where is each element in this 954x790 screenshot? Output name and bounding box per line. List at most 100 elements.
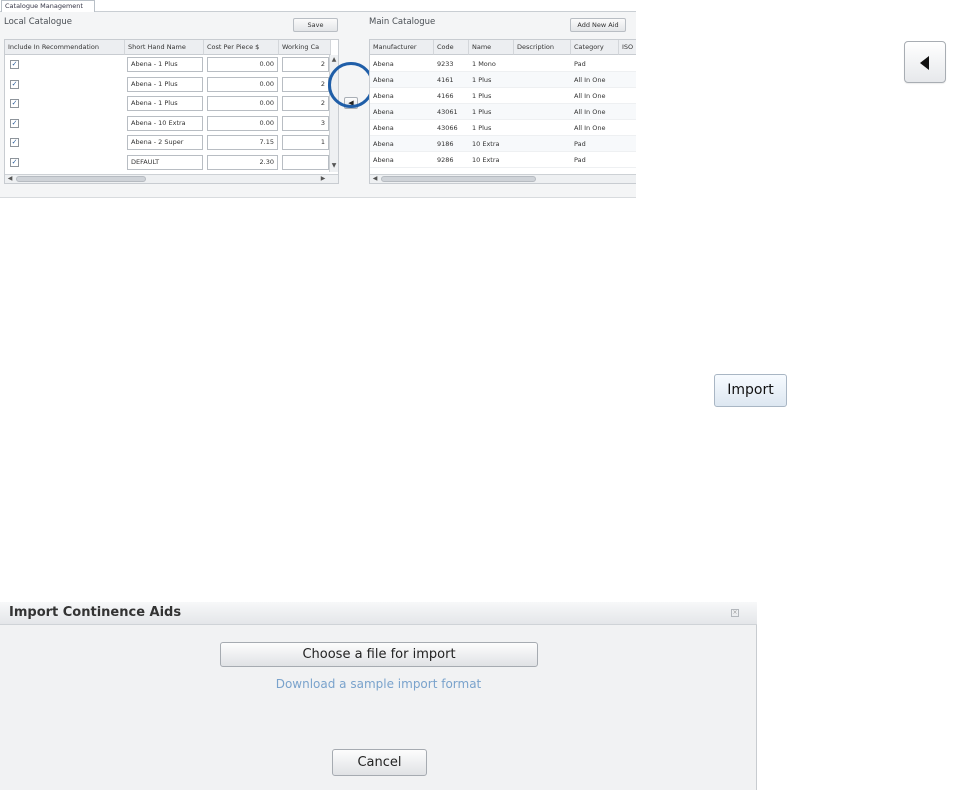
short-hand-name-input[interactable]: Abena - 1 Plus [127, 57, 203, 72]
table-row[interactable]: Abena 43066 1 Plus All In One [370, 120, 636, 136]
short-hand-name-input[interactable]: Abena - 10 Extra [127, 115, 203, 131]
scroll-left-icon[interactable]: ◀ [371, 175, 379, 183]
name-cell: 1 Plus [472, 92, 492, 100]
category-cell: All In One [574, 92, 606, 100]
description-cell [514, 72, 571, 88]
scroll-thumb[interactable] [16, 176, 146, 182]
category-cell: Pad [574, 140, 586, 148]
manufacturer-cell: Abena [373, 156, 394, 164]
column-header[interactable]: Category [571, 40, 619, 55]
code-cell: 9233 [437, 60, 454, 68]
column-header[interactable]: Cost Per Piece $ [204, 40, 279, 55]
table-row[interactable]: Abena 4161 1 Plus All In One [370, 72, 636, 88]
table-row[interactable]: ✓ Abena - 2 Super 7.15 1 [5, 133, 329, 152]
include-checkbox[interactable]: ✓ [10, 60, 19, 69]
manufacturer-cell: Abena [373, 124, 394, 132]
column-header[interactable]: Working Ca [279, 40, 331, 55]
horizontal-scrollbar[interactable]: ◀ [370, 174, 636, 183]
table-row[interactable]: Abena 9233 1 Mono Pad [370, 56, 636, 72]
include-checkbox[interactable]: ✓ [10, 138, 19, 147]
table-row[interactable]: ✓ Abena - 10 Extra 0.00 3 [5, 114, 329, 133]
category-cell: Pad [574, 156, 586, 164]
column-header[interactable]: Short Hand Name [125, 40, 204, 55]
description-cell [514, 88, 571, 104]
column-header[interactable]: ISO [619, 40, 636, 55]
category-cell: All In One [574, 124, 606, 132]
include-checkbox[interactable]: ✓ [10, 99, 19, 108]
column-header[interactable]: Name [469, 40, 514, 55]
code-cell: 43066 [437, 124, 458, 132]
code-cell: 4161 [437, 76, 454, 84]
scroll-left-icon[interactable]: ◀ [6, 175, 14, 183]
download-sample-link-text[interactable]: Download a sample import format [276, 677, 482, 691]
cost-per-piece-input[interactable]: 0.00 [207, 76, 278, 92]
close-icon[interactable]: × [731, 609, 739, 617]
short-hand-name-input[interactable]: Abena - 1 Plus [127, 96, 203, 111]
table-row[interactable]: ✓ Abena - 1 Plus 0.00 2 [5, 94, 329, 113]
import-dialog: Import Continence Aids × Choose a file f… [0, 602, 757, 790]
name-cell: 1 Plus [472, 124, 492, 132]
short-hand-name-input[interactable]: DEFAULT [127, 154, 203, 170]
include-checkbox[interactable]: ✓ [10, 118, 19, 128]
cancel-button[interactable]: Cancel [332, 749, 427, 776]
table-row[interactable]: ✓ DEFAULT 2.30 [5, 153, 329, 172]
table-row[interactable]: Abena 9286 10 Extra Pad [370, 152, 636, 168]
table-row[interactable]: ✓ Abena - 1 Plus 0.00 2 [5, 55, 329, 74]
code-cell: 9286 [437, 156, 454, 164]
move-left-button[interactable] [904, 41, 946, 83]
working-capacity-input[interactable] [282, 154, 329, 170]
local-catalogue-grid: Include In Recommendation Short Hand Nam… [4, 39, 339, 184]
main-grid-header: Manufacturer Code Name Description Categ… [370, 40, 636, 55]
dialog-title: Import Continence Aids [9, 605, 182, 620]
working-capacity-input[interactable]: 2 [282, 57, 329, 72]
name-cell: 10 Extra [472, 140, 500, 148]
column-header[interactable]: Code [434, 40, 469, 55]
include-checkbox[interactable]: ✓ [10, 79, 19, 89]
code-cell: 9186 [437, 140, 454, 148]
table-row[interactable]: ✓ Abena - 1 Plus 0.00 2 [5, 75, 329, 94]
description-cell [514, 104, 571, 120]
name-cell: 1 Plus [472, 76, 492, 84]
short-hand-name-input[interactable]: Abena - 1 Plus [127, 76, 203, 92]
table-row[interactable]: Abena 43061 1 Plus All In One [370, 104, 636, 120]
horizontal-scrollbar[interactable]: ◀ ▶ [5, 174, 338, 183]
cost-per-piece-input[interactable]: 2.30 [207, 154, 278, 170]
working-capacity-input[interactable]: 2 [282, 96, 329, 111]
local-catalogue-title: Local Catalogue [4, 17, 72, 27]
add-new-aid-button[interactable]: Add New Aid [570, 18, 626, 32]
cost-per-piece-input[interactable]: 7.15 [207, 135, 278, 150]
tab-catalogue-management[interactable]: Catalogue Management [1, 0, 95, 12]
scroll-down-icon[interactable]: ▼ [330, 162, 338, 170]
main-catalogue-grid: Manufacturer Code Name Description Categ… [369, 39, 636, 184]
column-header[interactable]: Include In Recommendation [5, 40, 125, 55]
cost-per-piece-input[interactable]: 0.00 [207, 115, 278, 131]
save-button[interactable]: Save [293, 18, 338, 32]
category-cell: All In One [574, 108, 606, 116]
table-row[interactable]: Abena 4166 1 Plus All In One [370, 88, 636, 104]
manufacturer-cell: Abena [373, 92, 394, 100]
scroll-up-icon[interactable]: ▲ [330, 56, 338, 64]
choose-file-button[interactable]: Choose a file for import [220, 642, 538, 667]
local-grid-header: Include In Recommendation Short Hand Nam… [5, 40, 338, 55]
code-cell: 4166 [437, 92, 454, 100]
cost-per-piece-input[interactable]: 0.00 [207, 96, 278, 111]
table-row[interactable]: Abena 9186 10 Extra Pad [370, 136, 636, 152]
cost-per-piece-input[interactable]: 0.00 [207, 57, 278, 72]
column-header[interactable]: Description [514, 40, 571, 55]
name-cell: 1 Mono [472, 60, 496, 68]
manufacturer-cell: Abena [373, 140, 394, 148]
import-button[interactable]: Import [714, 374, 787, 407]
manufacturer-cell: Abena [373, 76, 394, 84]
working-capacity-input[interactable]: 2 [282, 76, 329, 92]
short-hand-name-input[interactable]: Abena - 2 Super [127, 135, 203, 150]
working-capacity-input[interactable]: 1 [282, 135, 329, 150]
working-capacity-input[interactable]: 3 [282, 115, 329, 131]
include-checkbox[interactable]: ✓ [10, 157, 19, 167]
catalogue-management-panel: Catalogue Management Local Catalogue Sav… [0, 0, 636, 198]
highlight-circle [328, 62, 374, 108]
column-header[interactable]: Manufacturer [370, 40, 434, 55]
description-cell [514, 56, 571, 72]
scroll-right-icon[interactable]: ▶ [319, 175, 327, 183]
scroll-thumb[interactable] [381, 176, 536, 182]
dialog-header: Import Continence Aids × [0, 602, 757, 625]
